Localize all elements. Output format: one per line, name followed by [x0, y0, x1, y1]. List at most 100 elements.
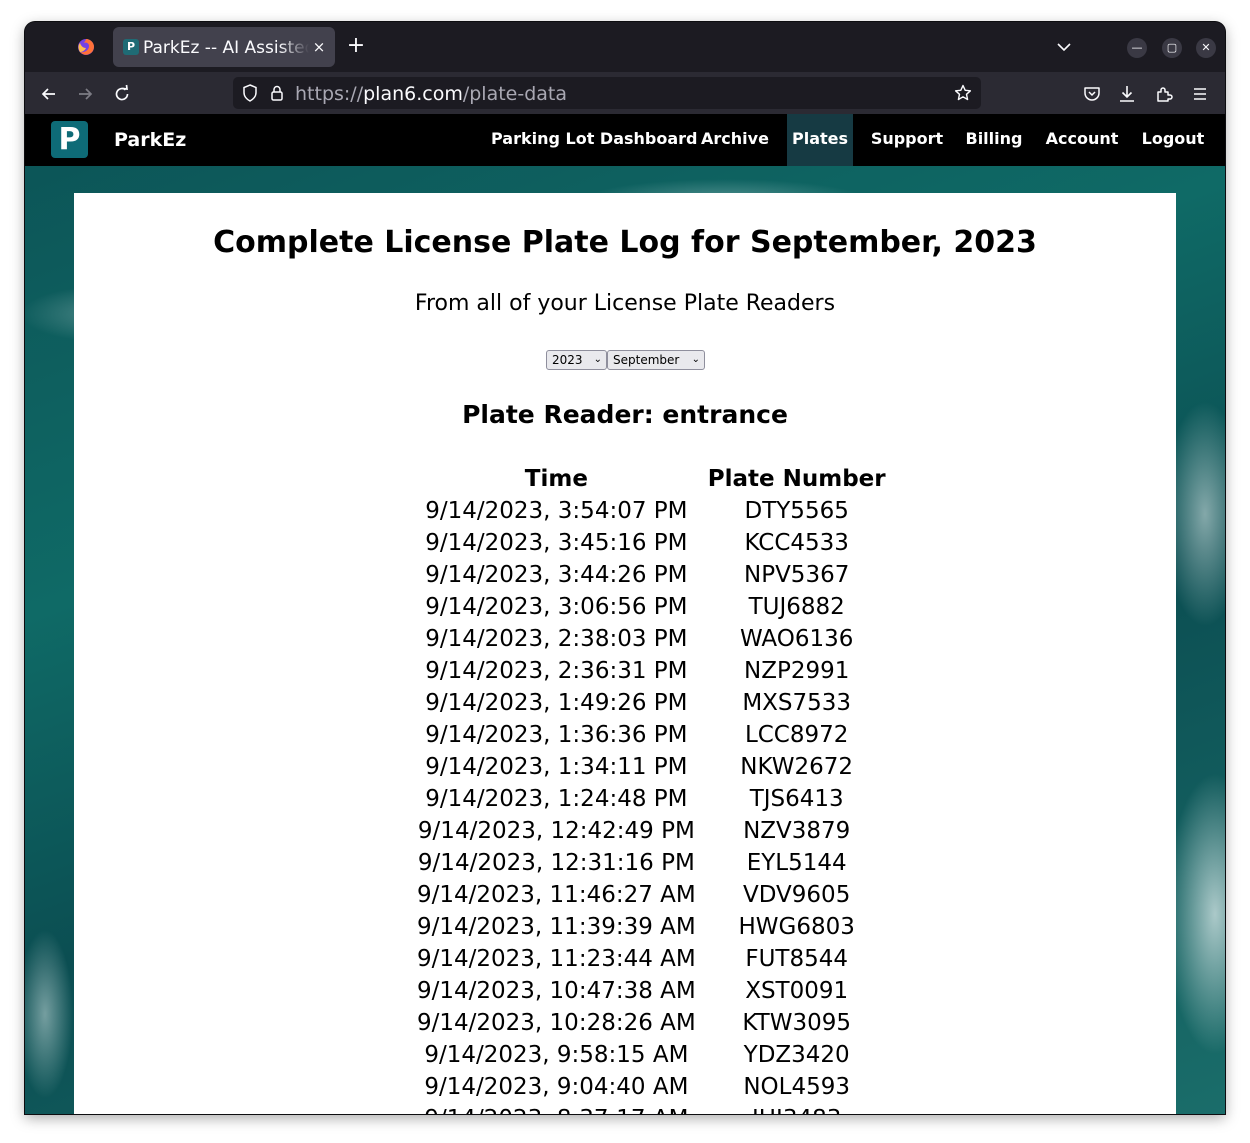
time-cell: 9/14/2023, 12:42:49 PM [417, 818, 695, 844]
time-cell: 9/14/2023, 3:06:56 PM [425, 594, 688, 620]
browser-window: P ParkEz -- AI Assisted Parking × + — ▢ … [25, 22, 1225, 1114]
nav-billing[interactable]: Billing [959, 114, 1029, 166]
back-icon[interactable] [39, 84, 59, 104]
minimize-button[interactable]: — [1127, 38, 1147, 58]
time-cell: 9/14/2023, 2:38:03 PM [425, 626, 688, 652]
time-cell: 9/14/2023, 3:45:16 PM [425, 530, 688, 556]
time-cell: 9/14/2023, 12:31:16 PM [417, 850, 695, 876]
plate-cell: WAO6136 [739, 626, 854, 652]
time-cell: 9/14/2023, 1:49:26 PM [425, 690, 688, 716]
nav-account[interactable]: Account [1041, 114, 1123, 166]
plate-cell: NOL4593 [743, 1074, 850, 1100]
tab-title: ParkEz -- AI Assisted Parking [143, 38, 309, 58]
time-cell: 9/14/2023, 1:24:48 PM [425, 786, 688, 812]
bookmark-star-icon[interactable] [953, 83, 973, 103]
table-header-row: Time Plate Number [411, 463, 892, 495]
plate-reader-title: Plate Reader: entrance [462, 400, 788, 429]
parkez-favicon-icon: P [123, 39, 139, 55]
plate-cell: DTY5565 [744, 498, 849, 524]
nav-parking-lot-dashboard[interactable]: Parking Lot Dashboard [491, 114, 698, 166]
plate-cell: JHJ3483 [702, 1103, 892, 1114]
url-host: plan6.com [363, 83, 463, 105]
table-row: 9/14/2023, 2:38:03 PM WAO6136 [411, 623, 892, 655]
page-viewport: P ParkEz Parking Lot Dashboard Archive P… [25, 114, 1225, 1114]
table-row: 9/14/2023, 11:46:27 AM VDV9605 [411, 879, 892, 911]
page-subtitle: From all of your License Plate Readers [414, 291, 836, 316]
reload-icon[interactable] [112, 84, 132, 104]
table-row: 9/14/2023, 3:54:07 PM DTY5565 [411, 495, 892, 527]
time-cell: 9/14/2023, 11:39:39 AM [417, 914, 696, 940]
plate-cell: VDV9605 [743, 882, 851, 908]
shield-icon[interactable] [240, 83, 260, 103]
table-row: 9/14/2023, 1:24:48 PM TJS6413 [411, 783, 892, 815]
time-cell: 9/14/2023, 2:36:31 PM [425, 658, 688, 684]
table-row: 9/14/2023, 3:45:16 PM KCC4533 [411, 527, 892, 559]
table-row: 9/14/2023, 3:44:26 PM NPV5367 [411, 559, 892, 591]
table-row: 9/14/2023, 2:36:31 PM NZP2991 [411, 655, 892, 687]
tab-parkez[interactable]: P ParkEz -- AI Assisted Parking × [113, 27, 335, 67]
extensions-icon[interactable] [1154, 84, 1174, 104]
month-select[interactable]: September ⌄ [607, 350, 705, 370]
app-brand[interactable]: ParkEz [114, 128, 186, 152]
time-cell: 9/14/2023, 10:28:26 AM [417, 1010, 696, 1036]
app-navbar: P ParkEz Parking Lot Dashboard Archive P… [25, 114, 1225, 166]
nav-support[interactable]: Support [865, 114, 949, 166]
table-row: 9/14/2023, 10:28:26 AM KTW3095 [411, 1007, 892, 1039]
downloads-icon[interactable] [1117, 84, 1137, 104]
column-header-plate: Plate Number [707, 466, 886, 492]
plate-log-table: Time Plate Number 9/14/2023, 3:54:07 PM D… [411, 463, 892, 1114]
table-row: 9/14/2023, 9:58:15 AM YDZ3420 [411, 1039, 892, 1071]
column-header-time: Time [524, 466, 588, 492]
plate-cell: EYL5144 [746, 850, 847, 876]
month-select-value: September [613, 353, 680, 367]
tab-close-icon[interactable]: × [311, 38, 327, 56]
new-tab-button[interactable]: + [345, 35, 367, 58]
forward-icon[interactable] [75, 84, 95, 104]
plate-cell: KTW3095 [742, 1010, 851, 1036]
tab-strip: P ParkEz -- AI Assisted Parking × + — ▢ … [25, 22, 1225, 72]
time-cell: 9/14/2023, 9:04:40 AM [424, 1074, 689, 1100]
year-select[interactable]: 2023 ⌄ [546, 350, 607, 370]
table-row: 9/14/2023, 8:37:17 AMJHJ3483 [411, 1103, 892, 1114]
plate-cell: NZV3879 [743, 818, 851, 844]
table-row: 9/14/2023, 12:31:16 PM EYL5144 [411, 847, 892, 879]
url-path: /plate-data [462, 83, 568, 105]
plate-cell: XST0091 [745, 978, 849, 1004]
plate-cell: FUT8544 [745, 946, 848, 972]
lock-icon[interactable] [267, 83, 287, 103]
plate-cell: LCC8972 [744, 722, 849, 748]
firefox-icon[interactable] [77, 38, 95, 56]
nav-archive[interactable]: Archive [695, 114, 775, 166]
chevron-down-icon: ⌄ [593, 354, 602, 365]
maximize-button[interactable]: ▢ [1162, 38, 1182, 58]
chevron-down-icon: ⌄ [691, 354, 700, 365]
url-scheme: https:// [295, 83, 364, 105]
time-cell: 9/14/2023, 11:23:44 AM [417, 946, 696, 972]
table-row: 9/14/2023, 1:49:26 PM MXS7533 [411, 687, 892, 719]
time-cell: 9/14/2023, 10:47:38 AM [417, 978, 696, 1004]
address-bar[interactable]: https://plan6.com/plate-data [233, 77, 981, 109]
close-window-button[interactable]: ✕ [1196, 38, 1216, 58]
table-row: 9/14/2023, 12:42:49 PM NZV3879 [411, 815, 892, 847]
navigation-toolbar: https://plan6.com/plate-data [25, 72, 1225, 114]
plate-cell: YDZ3420 [743, 1042, 850, 1068]
chevron-down-icon[interactable] [1055, 38, 1073, 56]
table-row: 9/14/2023, 1:36:36 PM LCC8972 [411, 719, 892, 751]
table-row: 9/14/2023, 9:04:40 AM NOL4593 [411, 1071, 892, 1103]
url-text[interactable]: https://plan6.com/plate-data [295, 83, 567, 105]
nav-logout[interactable]: Logout [1137, 114, 1209, 166]
time-cell: 9/14/2023, 3:54:07 PM [425, 498, 688, 524]
menu-icon[interactable] [1190, 84, 1210, 104]
table-row: 9/14/2023, 1:34:11 PM NKW2672 [411, 751, 892, 783]
pocket-icon[interactable] [1082, 84, 1102, 104]
plate-cell: MXS7533 [742, 690, 852, 716]
plate-cell: HWG6803 [738, 914, 855, 940]
parkez-logo[interactable]: P [51, 121, 88, 158]
plate-cell: NZP2991 [743, 658, 850, 684]
plate-cell: TUJ6882 [748, 594, 845, 620]
nav-plates[interactable]: Plates [787, 114, 853, 166]
page-title: Complete License Plate Log for September… [213, 225, 1037, 260]
plate-cell: NPV5367 [744, 562, 850, 588]
content-card: Complete License Plate Log for September… [74, 193, 1176, 1114]
plate-cell: TJS6413 [749, 786, 844, 812]
